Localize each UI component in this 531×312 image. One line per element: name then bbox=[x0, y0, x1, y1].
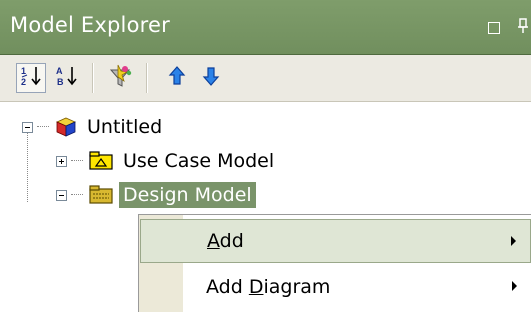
filter-button[interactable] bbox=[106, 63, 136, 93]
expand-icon[interactable] bbox=[56, 155, 67, 167]
move-down-button[interactable] bbox=[196, 63, 226, 93]
menu-item-add-diagram[interactable]: Add Diagram bbox=[140, 265, 531, 309]
filter-icon bbox=[108, 63, 134, 93]
model-tree: Untitled Use Case Model Design Model bbox=[0, 102, 531, 214]
menu-item-label: Add Diagram bbox=[206, 276, 331, 298]
tree-node-label: Untitled bbox=[87, 116, 163, 138]
context-menu: Add Add Diagram bbox=[138, 214, 531, 312]
sort-alpha-icon: A B bbox=[55, 64, 79, 92]
tree-node-label: Use Case Model bbox=[123, 150, 275, 172]
collapse-icon[interactable] bbox=[22, 121, 33, 133]
toolbar-separator bbox=[146, 63, 148, 93]
svg-text:B: B bbox=[57, 77, 64, 87]
project-cube-icon bbox=[55, 116, 77, 138]
tree-connector bbox=[37, 126, 49, 128]
menu-item-add[interactable]: Add bbox=[140, 219, 531, 263]
pin-icon[interactable] bbox=[515, 18, 531, 34]
move-up-icon bbox=[167, 65, 187, 91]
model-explorer-panel: Model Explorer 1 2 A B Untitled Use Case… bbox=[0, 0, 531, 312]
tree-node-root[interactable]: Untitled bbox=[22, 112, 166, 142]
svg-text:A: A bbox=[56, 66, 63, 76]
tree-node-use-case-model[interactable]: Use Case Model bbox=[56, 146, 278, 176]
svg-text:1: 1 bbox=[21, 66, 26, 76]
toolbar-separator bbox=[92, 63, 94, 93]
sort-alpha-button[interactable]: A B bbox=[52, 63, 82, 93]
tree-node-design-model[interactable]: Design Model bbox=[56, 180, 256, 210]
toolbar: 1 2 A B bbox=[0, 55, 531, 102]
sort-numeric-icon: 1 2 bbox=[19, 64, 43, 92]
submenu-arrow-icon bbox=[512, 281, 517, 291]
design-model-icon bbox=[89, 185, 113, 205]
sort-numeric-button[interactable]: 1 2 bbox=[16, 63, 46, 93]
use-case-model-icon bbox=[89, 151, 113, 171]
window-restore-icon[interactable] bbox=[488, 22, 500, 34]
tree-connector bbox=[71, 160, 83, 162]
tree-node-label-selected: Design Model bbox=[119, 182, 256, 208]
tree-connector bbox=[71, 194, 83, 196]
move-down-icon bbox=[201, 65, 221, 91]
collapse-icon[interactable] bbox=[56, 189, 67, 201]
svg-text:2: 2 bbox=[21, 77, 26, 87]
submenu-arrow-icon bbox=[511, 236, 516, 246]
menu-item-label: Add bbox=[207, 230, 244, 252]
move-up-button[interactable] bbox=[162, 63, 192, 93]
window-title: Model Explorer bbox=[10, 13, 170, 37]
title-bar[interactable]: Model Explorer bbox=[0, 0, 531, 55]
